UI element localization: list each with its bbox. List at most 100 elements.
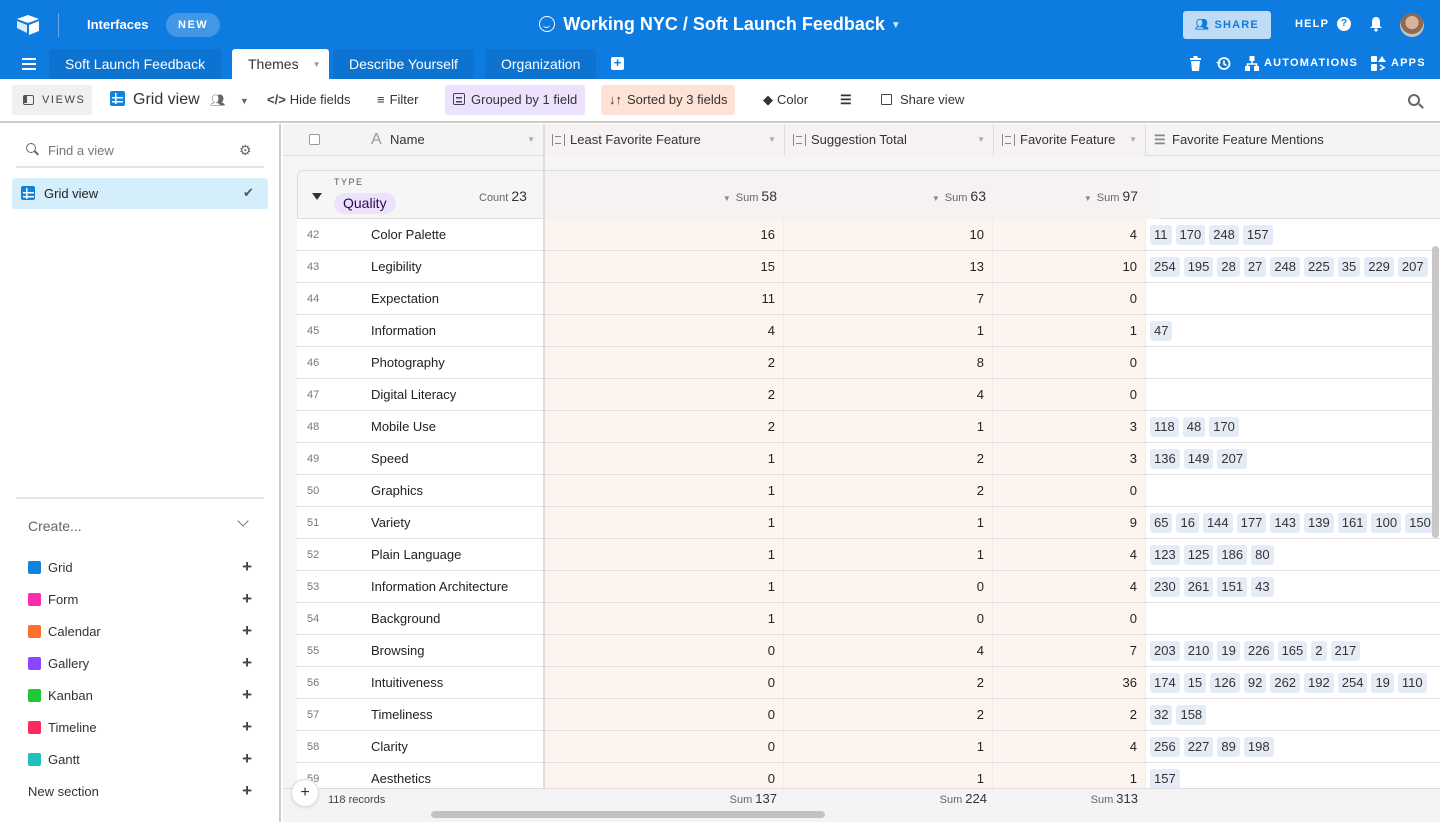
suggestion-total-cell[interactable]: 2: [784, 667, 993, 698]
mention-pill[interactable]: 256: [1150, 737, 1180, 757]
column-header-favorite-feature[interactable]: Favorite Feature ▼: [994, 124, 1146, 156]
suggestion-total-cell[interactable]: 1: [784, 315, 993, 346]
color-button[interactable]: ◆ Color: [755, 85, 816, 115]
share-button[interactable]: 👥︎ SHARE: [1183, 11, 1271, 39]
least-favorite-cell[interactable]: 1: [544, 443, 784, 474]
mention-pill[interactable]: 207: [1217, 449, 1248, 469]
share-view-button[interactable]: Share view: [873, 85, 972, 115]
mention-pill[interactable]: 157: [1242, 225, 1273, 245]
table-row[interactable]: 57 Timeliness 0 2 2 32 158: [297, 699, 1440, 731]
mention-pill[interactable]: 100: [1371, 513, 1402, 533]
least-favorite-cell[interactable]: 11: [544, 283, 784, 314]
hide-fields-button[interactable]: </> Hide fields: [259, 85, 359, 115]
suggestion-total-cell[interactable]: 0: [784, 603, 993, 634]
least-favorite-cell[interactable]: 2: [544, 411, 784, 442]
table-row[interactable]: 44 Expectation 11 7 0: [297, 283, 1440, 315]
add-record-button[interactable]: +: [291, 779, 319, 807]
mention-pill[interactable]: 143: [1270, 513, 1301, 533]
mention-pill[interactable]: 186: [1217, 545, 1248, 565]
group-sum-favorite[interactable]: ▼ Sum 97: [994, 188, 1146, 204]
mentions-cell[interactable]: 174 15 126 92 262 192 254 19 110: [1146, 667, 1440, 698]
footer-sum-least[interactable]: Sum 137: [545, 791, 777, 806]
create-section-header[interactable]: Create...: [28, 518, 82, 534]
name-cell[interactable]: Mobile Use: [371, 419, 436, 434]
mention-pill[interactable]: 92: [1243, 673, 1267, 693]
mention-pill[interactable]: 80: [1251, 545, 1274, 565]
mentions-cell[interactable]: 11 170 248 157: [1146, 219, 1440, 250]
view-item-grid-view[interactable]: Grid view ✔: [12, 178, 268, 209]
mention-pill[interactable]: 262: [1270, 673, 1301, 693]
mention-pill[interactable]: 174: [1150, 673, 1180, 693]
mention-pill[interactable]: 177: [1236, 513, 1267, 533]
name-cell[interactable]: Speed: [371, 451, 409, 466]
mentions-cell[interactable]: [1146, 379, 1440, 410]
table-row[interactable]: 51 Variety 1 1 9 65 16 144 177 143 139 161 100 150: [297, 507, 1440, 539]
mention-pill[interactable]: 225: [1304, 257, 1334, 277]
favorite-feature-cell[interactable]: 0: [993, 603, 1146, 634]
suggestion-total-cell[interactable]: 13: [784, 251, 993, 282]
mention-pill[interactable]: 151: [1217, 577, 1248, 597]
mention-pill[interactable]: 19: [1371, 673, 1394, 693]
least-favorite-cell[interactable]: 1: [544, 603, 784, 634]
suggestion-total-cell[interactable]: 1: [784, 507, 993, 538]
vertical-scrollbar[interactable]: [1432, 246, 1439, 538]
table-row[interactable]: 46 Photography 2 8 0: [297, 347, 1440, 379]
least-favorite-cell[interactable]: 4: [544, 315, 784, 346]
name-cell[interactable]: Clarity: [371, 739, 408, 754]
mention-pill[interactable]: 32: [1150, 705, 1173, 725]
favorite-feature-cell[interactable]: 1: [993, 315, 1146, 346]
mention-pill[interactable]: 226: [1243, 641, 1274, 661]
favorite-feature-cell[interactable]: 0: [993, 379, 1146, 410]
mention-pill[interactable]: 11: [1150, 225, 1172, 245]
mention-pill[interactable]: 48: [1182, 417, 1206, 437]
mentions-cell[interactable]: [1146, 347, 1440, 378]
mention-pill[interactable]: 118: [1150, 417, 1179, 437]
table-row[interactable]: 50 Graphics 1 2 0: [297, 475, 1440, 507]
mention-pill[interactable]: 65: [1150, 513, 1173, 533]
table-row[interactable]: 49 Speed 1 2 3 136 149 207: [297, 443, 1440, 475]
chevron-down-icon[interactable]: ▼: [768, 124, 776, 156]
name-cell[interactable]: Background: [371, 611, 440, 626]
mention-pill[interactable]: 47: [1150, 321, 1173, 341]
tab-organization[interactable]: Organization: [485, 49, 597, 79]
name-cell[interactable]: Browsing: [371, 643, 424, 658]
suggestion-total-cell[interactable]: 4: [784, 635, 993, 666]
suggestion-total-cell[interactable]: 8: [784, 347, 993, 378]
footer-sum-suggestion[interactable]: Sum 224: [785, 791, 987, 806]
name-cell[interactable]: Color Palette: [371, 227, 446, 242]
table-row[interactable]: 52 Plain Language 1 1 4 123 125 186 80: [297, 539, 1440, 571]
favorite-feature-cell[interactable]: 0: [993, 475, 1146, 506]
mention-pill[interactable]: 261: [1183, 577, 1214, 597]
horizontal-scrollbar[interactable]: [431, 811, 825, 818]
row-height-button[interactable]: ☰: [832, 85, 860, 115]
suggestion-total-cell[interactable]: 2: [784, 699, 993, 730]
mention-pill[interactable]: 149: [1183, 449, 1214, 469]
mentions-cell[interactable]: 230 261 151 43: [1146, 571, 1440, 602]
table-row[interactable]: 53 Information Architecture 1 0 4 230 261 151 43: [297, 571, 1440, 603]
mention-pill[interactable]: 227: [1183, 737, 1214, 757]
suggestion-total-cell[interactable]: 4: [784, 379, 993, 410]
mention-pill[interactable]: 217: [1330, 641, 1361, 661]
name-cell[interactable]: Expectation: [371, 291, 439, 306]
favorite-feature-cell[interactable]: 3: [993, 411, 1146, 442]
chevron-down-icon[interactable]: [237, 515, 249, 527]
suggestion-total-cell[interactable]: 1: [784, 731, 993, 762]
name-cell[interactable]: Intuitiveness: [371, 675, 443, 690]
table-row[interactable]: 45 Information 4 1 1 47: [297, 315, 1440, 347]
mention-pill[interactable]: 254: [1150, 257, 1180, 277]
mention-pill[interactable]: 150: [1405, 513, 1435, 533]
column-header-suggestion-total[interactable]: Suggestion Total ▼: [785, 124, 994, 156]
create-kanban-view[interactable]: Kanban +: [28, 685, 252, 706]
mention-pill[interactable]: 125: [1183, 545, 1214, 565]
mention-pill[interactable]: 207: [1397, 257, 1428, 277]
automations-button[interactable]: AUTOMATIONS: [1264, 57, 1358, 69]
create-calendar-view[interactable]: Calendar +: [28, 621, 252, 642]
chevron-down-icon[interactable]: ▼: [1129, 124, 1137, 156]
find-view-input[interactable]: Find a view ⚙: [16, 136, 264, 168]
mentions-cell[interactable]: 47: [1146, 315, 1440, 346]
name-cell[interactable]: Information: [371, 323, 436, 338]
menu-icon[interactable]: [22, 58, 36, 70]
create-form-view[interactable]: Form +: [28, 589, 252, 610]
gear-icon[interactable]: ⚙: [239, 143, 253, 157]
name-cell[interactable]: Digital Literacy: [371, 387, 456, 402]
